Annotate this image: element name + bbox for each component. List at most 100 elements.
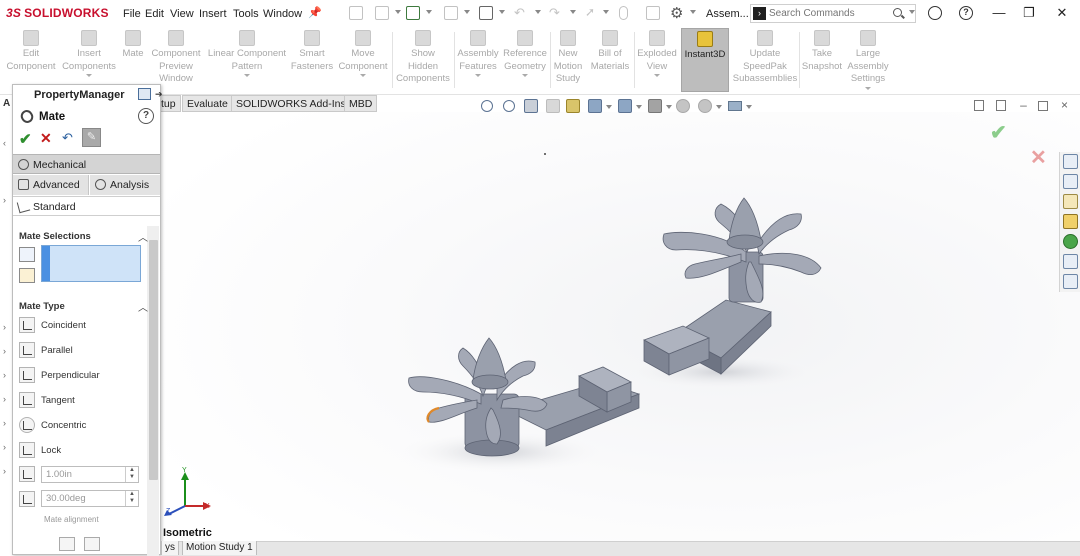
file-explorer-icon[interactable] <box>1063 194 1078 209</box>
design-library-icon[interactable] <box>1063 174 1078 189</box>
mate-button[interactable]: Mate <box>118 30 148 61</box>
menu-tools[interactable]: Tools <box>233 8 259 20</box>
take-snapshot-button[interactable]: Take Snapshot <box>800 30 844 73</box>
custom-properties-icon[interactable] <box>1063 254 1078 269</box>
chevron-down-icon[interactable] <box>475 74 481 77</box>
collapse-arrow-icon[interactable]: ➔ <box>155 89 163 100</box>
viewport-minimize-button[interactable]: – <box>1018 99 1029 111</box>
menu-view[interactable]: View <box>170 8 194 20</box>
parallel-icon[interactable] <box>19 342 35 358</box>
solidworks-logo[interactable]: 3S SOLIDWORKS <box>6 6 109 20</box>
collapse-icon[interactable]: ︿ <box>138 229 148 244</box>
chevron-down-icon[interactable] <box>606 105 612 109</box>
chevron-down-icon[interactable] <box>535 10 541 14</box>
chevron-down-icon[interactable] <box>746 105 752 109</box>
new-motion-study-button[interactable]: New Motion Study <box>551 30 585 86</box>
search-input[interactable] <box>769 6 889 21</box>
user-account-icon[interactable] <box>928 6 942 20</box>
viewport-restore-button[interactable] <box>1038 101 1048 111</box>
bill-of-materials-button[interactable]: Bill of Materials <box>587 30 633 73</box>
reference-geometry-button[interactable]: Reference Geometry <box>501 30 549 77</box>
mate-type-perpendicular[interactable]: Perpendicular <box>41 370 100 381</box>
viewport-close-button[interactable]: × <box>1059 99 1070 111</box>
ok-check-icon[interactable]: ✔ <box>19 130 32 148</box>
move-component-button[interactable]: Move Component <box>335 30 391 77</box>
chevron-down-icon[interactable] <box>570 10 576 14</box>
edit-component-button[interactable]: Edit Component <box>3 30 59 73</box>
component-preview-window-button[interactable]: Component Preview Window <box>148 30 204 86</box>
chevron-down-icon[interactable] <box>909 10 915 14</box>
menu-window[interactable]: Window <box>263 8 302 20</box>
confirmation-ok-icon[interactable]: ✔ <box>990 120 1007 145</box>
view-orientation-icon[interactable] <box>588 99 602 113</box>
display-style-icon[interactable] <box>618 99 632 113</box>
pushpin-icon[interactable]: ✎ <box>82 128 101 147</box>
model-viewport[interactable] <box>161 112 1080 541</box>
large-assembly-settings-button[interactable]: Large Assembly Settings <box>844 30 892 90</box>
confirmation-cancel-icon[interactable]: ✕ <box>1030 145 1047 170</box>
tab-model-views[interactable]: ys <box>161 541 179 555</box>
chevron-down-icon[interactable] <box>360 74 366 77</box>
chevron-down-icon[interactable] <box>464 10 470 14</box>
assembly-features-button[interactable]: Assembly Features <box>455 30 501 77</box>
distance-icon[interactable] <box>19 466 35 482</box>
graphics-area[interactable] <box>161 112 1080 541</box>
pin-menu-icon[interactable]: 📌 <box>308 6 322 19</box>
chevron-down-icon[interactable] <box>499 10 505 14</box>
anti-aligned-icon[interactable] <box>84 537 100 551</box>
aligned-icon[interactable] <box>59 537 75 551</box>
tab-analysis[interactable]: Analysis <box>90 175 160 195</box>
select-arrow-icon[interactable]: ➚ <box>585 5 595 19</box>
view-palette-icon[interactable] <box>1063 214 1078 229</box>
section-view-icon[interactable] <box>546 99 560 113</box>
linear-component-pattern-button[interactable]: Linear Component Pattern <box>205 30 289 77</box>
redo-icon[interactable]: ↷ <box>549 5 560 21</box>
tab-motion-study-1[interactable]: Motion Study 1 <box>182 541 257 555</box>
apply-scene-icon[interactable] <box>698 99 712 113</box>
restore-button[interactable]: ❐ <box>1019 4 1039 22</box>
search-commands-box[interactable]: › <box>750 4 916 23</box>
tab-advanced[interactable]: Advanced <box>13 175 89 195</box>
concentric-icon[interactable] <box>19 417 35 433</box>
entities-to-mate-list[interactable] <box>41 245 141 282</box>
zoom-to-area-icon[interactable] <box>503 100 515 112</box>
tab-mechanical[interactable]: Mechanical <box>13 154 160 174</box>
view-settings-icon[interactable] <box>728 101 742 111</box>
mate-type-concentric[interactable]: Concentric <box>41 420 86 431</box>
tab-evaluate[interactable]: Evaluate <box>182 95 233 112</box>
collapse-icon[interactable]: ︿ <box>138 299 148 314</box>
update-speedpak-button[interactable]: Update SpeedPak Subassemblies <box>732 30 798 86</box>
insert-components-button[interactable]: Insert Components <box>60 30 118 77</box>
tab-mbd[interactable]: MBD <box>344 95 378 112</box>
exploded-view-button[interactable]: Exploded View <box>635 30 679 77</box>
help-icon[interactable]: ? <box>138 108 154 124</box>
appearances-icon[interactable] <box>1063 234 1078 249</box>
menu-edit[interactable]: Edit <box>145 8 164 20</box>
chevron-down-icon[interactable] <box>666 105 672 109</box>
tab-solidworks-add-ins[interactable]: SOLIDWORKS Add-Ins <box>231 95 351 112</box>
tangent-icon[interactable] <box>19 392 35 408</box>
angle-icon[interactable] <box>19 491 35 507</box>
chevron-down-icon[interactable] <box>865 86 871 90</box>
home-icon[interactable] <box>349 6 363 20</box>
distance-field[interactable]: 1.00in ▲ ▼ <box>41 466 139 483</box>
angle-spinner[interactable]: ▲ ▼ <box>125 491 138 506</box>
multiple-mate-icon[interactable] <box>19 268 35 283</box>
rebuild-icon[interactable] <box>619 6 628 20</box>
zoom-to-fit-icon[interactable] <box>481 100 493 112</box>
open-icon[interactable] <box>406 6 420 20</box>
menu-file[interactable]: File <box>123 8 141 20</box>
viewport-split-icon[interactable] <box>974 100 984 111</box>
property-manager-tab-icon[interactable] <box>138 88 151 100</box>
tab-markup[interactable]: tup <box>160 95 181 112</box>
dynamic-annotation-icon[interactable] <box>566 99 580 113</box>
show-hidden-components-button[interactable]: Show Hidden Components <box>393 30 453 86</box>
save-icon[interactable] <box>444 6 458 20</box>
file-properties-icon[interactable] <box>646 6 660 20</box>
help-icon[interactable]: ? <box>959 6 973 20</box>
mate-type-coincident[interactable]: Coincident <box>41 320 86 331</box>
coincident-icon[interactable] <box>19 317 35 333</box>
close-button[interactable]: ✕ <box>1052 4 1072 22</box>
home-icon[interactable] <box>1063 154 1078 169</box>
chevron-down-icon[interactable] <box>244 74 250 77</box>
